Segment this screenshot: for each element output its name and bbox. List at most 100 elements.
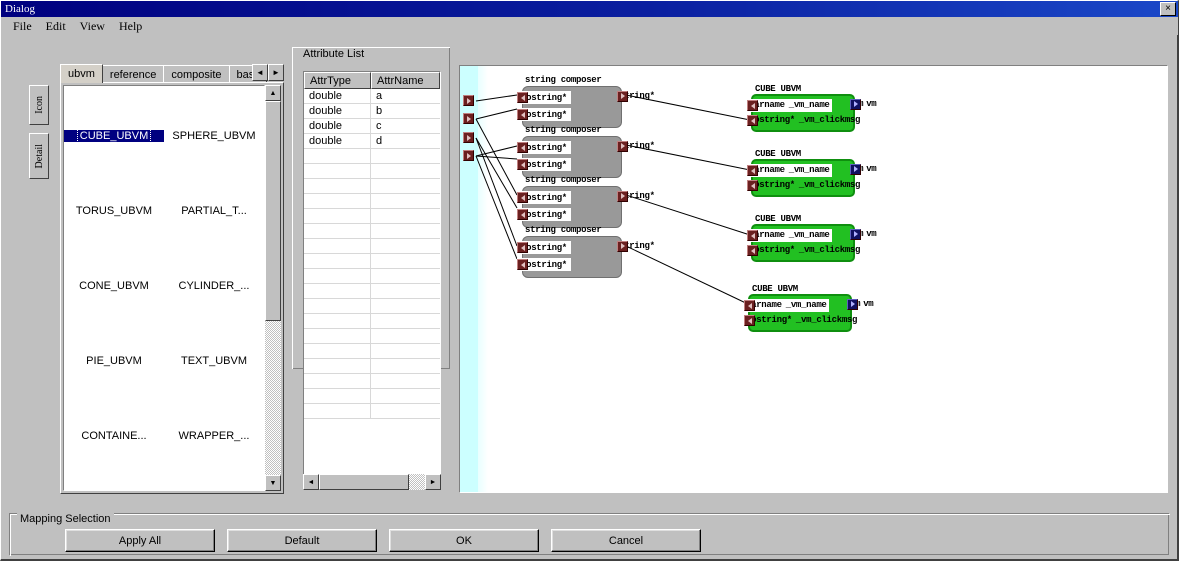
list-item-partial-torus-ubvm[interactable]: PARTIAL_T...: [164, 205, 264, 217]
table-row[interactable]: double b: [304, 104, 440, 119]
node-input-row[interactable]: tostring*: [517, 191, 571, 204]
node-input-row[interactable]: tostring*: [517, 91, 571, 104]
graph-canvas-frame[interactable]: string composer tostring* tostring* stri…: [459, 65, 1168, 493]
node-cube-ubvm[interactable]: CUBE UBVM varname _vm_name tostring* _vm…: [747, 214, 877, 262]
node-input-row[interactable]: tostring* _vm_clickmsg: [747, 179, 862, 192]
source-port[interactable]: [463, 95, 474, 106]
node-cube-ubvm[interactable]: CUBE UBVM varname _vm_name tostring* _vm…: [747, 84, 877, 132]
node-output-row[interactable]: vm vm: [850, 98, 877, 110]
input-port[interactable]: [744, 300, 755, 311]
input-port[interactable]: [517, 192, 528, 203]
table-row-empty[interactable]: [304, 179, 440, 194]
input-port[interactable]: [747, 100, 758, 111]
list-item-cone-ubvm[interactable]: CONE_UBVM: [64, 280, 164, 292]
list-item-sphere-ubvm[interactable]: SPHERE_UBVM: [164, 130, 264, 142]
table-row-empty[interactable]: [304, 404, 440, 419]
node-output-row[interactable]: string*: [617, 190, 655, 202]
table-row[interactable]: double a: [304, 89, 440, 104]
scroll-down-icon[interactable]: ▼: [265, 475, 281, 491]
input-port[interactable]: [517, 209, 528, 220]
table-row-empty[interactable]: [304, 359, 440, 374]
table-row-empty[interactable]: [304, 344, 440, 359]
source-port[interactable]: [463, 113, 474, 124]
table-row-empty[interactable]: [304, 374, 440, 389]
input-port[interactable]: [747, 165, 758, 176]
table-row-empty[interactable]: [304, 269, 440, 284]
input-port[interactable]: [747, 115, 758, 126]
tab-scroll-right-icon[interactable]: ►: [268, 64, 284, 81]
node-input-row[interactable]: tostring* _vm_clickmsg: [744, 314, 859, 327]
input-port[interactable]: [517, 159, 528, 170]
table-row-empty[interactable]: [304, 209, 440, 224]
table-row-empty[interactable]: [304, 389, 440, 404]
side-tab-detail[interactable]: Detail: [29, 133, 49, 179]
node-input-row[interactable]: tostring*: [517, 108, 571, 121]
input-port[interactable]: [517, 242, 528, 253]
column-header-attrtype[interactable]: AttrType: [304, 72, 372, 89]
list-item-cube-ubvm[interactable]: CUBE_UBVM: [64, 129, 164, 143]
default-button[interactable]: Default: [227, 529, 377, 552]
node-input-row[interactable]: tostring*: [517, 258, 571, 271]
list-item-pie-ubvm[interactable]: PIE_UBVM: [64, 355, 164, 367]
node-output-row[interactable]: string*: [617, 140, 655, 152]
node-cube-ubvm[interactable]: CUBE UBVM varname _vm_name tostring* _vm…: [744, 284, 874, 332]
tab-ubvm[interactable]: ubvm: [60, 64, 103, 83]
table-row[interactable]: double d: [304, 134, 440, 149]
output-port[interactable]: [850, 163, 861, 175]
list-item-wrapper-ubvm[interactable]: WRAPPER_...: [164, 430, 264, 442]
scroll-up-icon[interactable]: ▲: [265, 85, 281, 101]
output-port[interactable]: [617, 140, 628, 152]
output-port[interactable]: [617, 190, 628, 202]
tab-scroll-left-icon[interactable]: ◄: [252, 64, 268, 81]
node-output-row[interactable]: string*: [617, 90, 655, 102]
node-output-row[interactable]: vm vm: [850, 163, 877, 175]
close-icon[interactable]: ×: [1160, 2, 1176, 16]
output-port[interactable]: [617, 90, 628, 102]
input-port[interactable]: [517, 109, 528, 120]
table-row[interactable]: double c: [304, 119, 440, 134]
output-port[interactable]: [617, 240, 628, 252]
attribute-table[interactable]: AttrType AttrName double a double b double c d…: [303, 71, 441, 489]
input-port[interactable]: [517, 142, 528, 153]
table-row-empty[interactable]: [304, 239, 440, 254]
input-port[interactable]: [744, 315, 755, 326]
node-input-row[interactable]: tostring*: [517, 241, 571, 254]
table-row-empty[interactable]: [304, 164, 440, 179]
node-string-composer[interactable]: string composer tostring* tostring* stri…: [517, 75, 655, 128]
ok-button[interactable]: OK: [389, 529, 539, 552]
input-port[interactable]: [747, 180, 758, 191]
attribute-table-hscrollbar[interactable]: ◄ ►: [303, 474, 441, 490]
table-row-empty[interactable]: [304, 299, 440, 314]
input-port[interactable]: [747, 245, 758, 256]
output-port[interactable]: [847, 298, 858, 310]
hscroll-right-icon[interactable]: ►: [425, 474, 441, 490]
table-row-empty[interactable]: [304, 284, 440, 299]
tab-reference[interactable]: reference: [101, 65, 165, 83]
output-port[interactable]: [850, 228, 861, 240]
table-row-empty[interactable]: [304, 329, 440, 344]
node-input-row[interactable]: varname _vm_name: [747, 164, 832, 177]
list-item-cylinder-ubvm[interactable]: CYLINDER_...: [164, 280, 264, 292]
table-row-empty[interactable]: [304, 149, 440, 164]
node-input-row[interactable]: tostring*: [517, 208, 571, 221]
list-item-container-ubvm[interactable]: CONTAINE...: [64, 430, 164, 442]
hscroll-left-icon[interactable]: ◄: [303, 474, 319, 490]
node-string-composer[interactable]: string composer tostring* tostring* stri…: [517, 225, 655, 278]
node-input-row[interactable]: tostring*: [517, 158, 571, 171]
output-port[interactable]: [850, 98, 861, 110]
node-input-row[interactable]: varname _vm_name: [747, 229, 832, 242]
table-row-empty[interactable]: [304, 254, 440, 269]
graph-canvas[interactable]: string composer tostring* tostring* stri…: [460, 66, 1167, 492]
hscrollbar-thumb[interactable]: [319, 474, 409, 490]
menu-item-file[interactable]: File: [7, 18, 40, 35]
node-cube-ubvm[interactable]: CUBE UBVM varname _vm_name tostring* _vm…: [747, 149, 877, 197]
scrollbar-thumb[interactable]: [265, 101, 281, 321]
table-row-empty[interactable]: [304, 194, 440, 209]
input-port[interactable]: [517, 259, 528, 270]
table-row-empty[interactable]: [304, 224, 440, 239]
column-header-attrname[interactable]: AttrName: [371, 72, 440, 89]
menu-item-edit[interactable]: Edit: [40, 18, 74, 35]
list-item-text-ubvm[interactable]: TEXT_UBVM: [164, 355, 264, 367]
hscrollbar-track[interactable]: [409, 474, 425, 490]
tab-composite[interactable]: composite: [163, 65, 230, 83]
